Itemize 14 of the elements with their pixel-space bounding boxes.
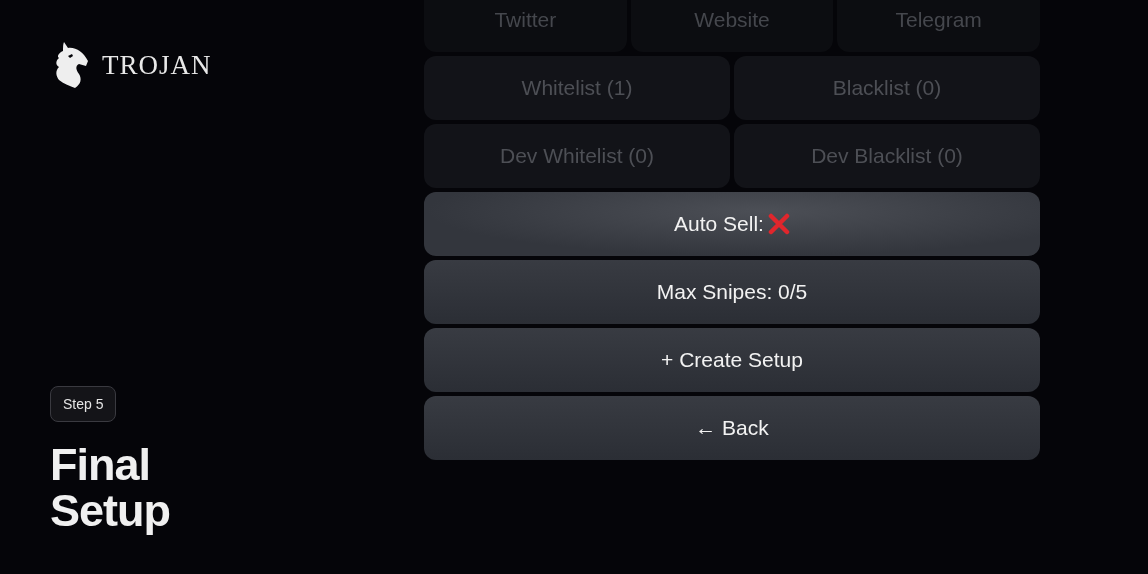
page-title: Final Setup (50, 442, 171, 534)
menu-button[interactable]: Dev Whitelist (0) (424, 124, 730, 188)
menu-button[interactable]: Dev Blacklist (0) (734, 124, 1040, 188)
menu-button[interactable]: Blacklist (0) (734, 56, 1040, 120)
menu-button[interactable]: Whitelist (1) (424, 56, 730, 120)
menu-button[interactable]: Auto Sell: (424, 192, 1040, 256)
menu-button[interactable]: ← Back (424, 396, 1040, 460)
menu-button[interactable]: Max Snipes: 0/5 (424, 260, 1040, 324)
menu-button[interactable]: Website (630, 0, 834, 52)
brand-name: TROJAN (102, 49, 212, 81)
menu-button[interactable]: Telegram (837, 0, 1040, 52)
menu-button[interactable]: Twitter (424, 0, 627, 52)
menu-button[interactable]: + Create Setup (424, 328, 1040, 392)
step-badge: Step 5 (50, 386, 117, 422)
